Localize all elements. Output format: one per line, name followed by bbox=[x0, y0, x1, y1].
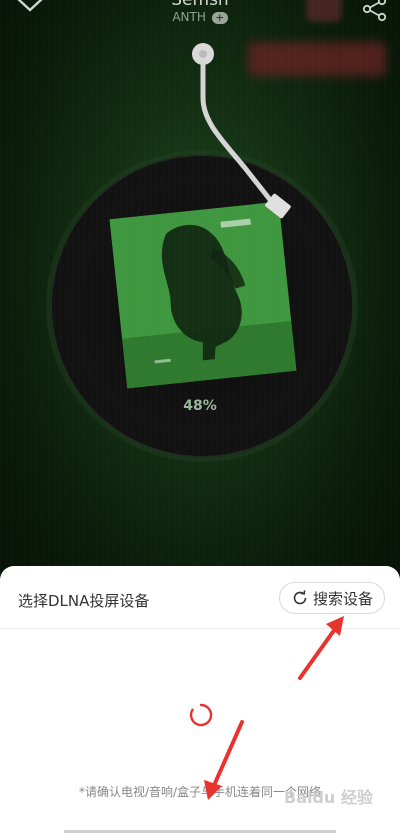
home-indicator bbox=[64, 830, 336, 833]
album-cover bbox=[109, 201, 297, 389]
refresh-icon bbox=[293, 590, 307, 605]
blurred-overlay bbox=[306, 0, 342, 22]
search-devices-label: 搜索设备 bbox=[312, 589, 373, 608]
search-devices-button[interactable]: 搜索设备 bbox=[279, 582, 385, 614]
tonearm bbox=[192, 43, 291, 219]
watermark: Baidu 经验 bbox=[284, 784, 394, 824]
watermark-text: Baidu 经验 bbox=[284, 788, 373, 807]
follow-button[interactable]: + bbox=[211, 11, 228, 24]
artist-name[interactable]: ANTH bbox=[172, 10, 206, 24]
sheet-title: 选择DLNA投屏设备 bbox=[18, 592, 150, 610]
vinyl-disc bbox=[52, 156, 352, 456]
player-background: Semsh ANTH + 48% bbox=[0, 0, 400, 600]
loading-spinner-icon bbox=[189, 703, 213, 727]
artist-row[interactable]: ANTH + bbox=[0, 10, 400, 24]
song-title: Semsh bbox=[171, 0, 229, 10]
divider bbox=[0, 628, 400, 629]
progress-label: 48% bbox=[183, 398, 217, 414]
album-art-silhouette bbox=[109, 201, 297, 389]
share-icon[interactable] bbox=[360, 0, 390, 22]
chevron-down-icon[interactable] bbox=[14, 0, 46, 16]
blurred-overlay bbox=[248, 42, 386, 76]
